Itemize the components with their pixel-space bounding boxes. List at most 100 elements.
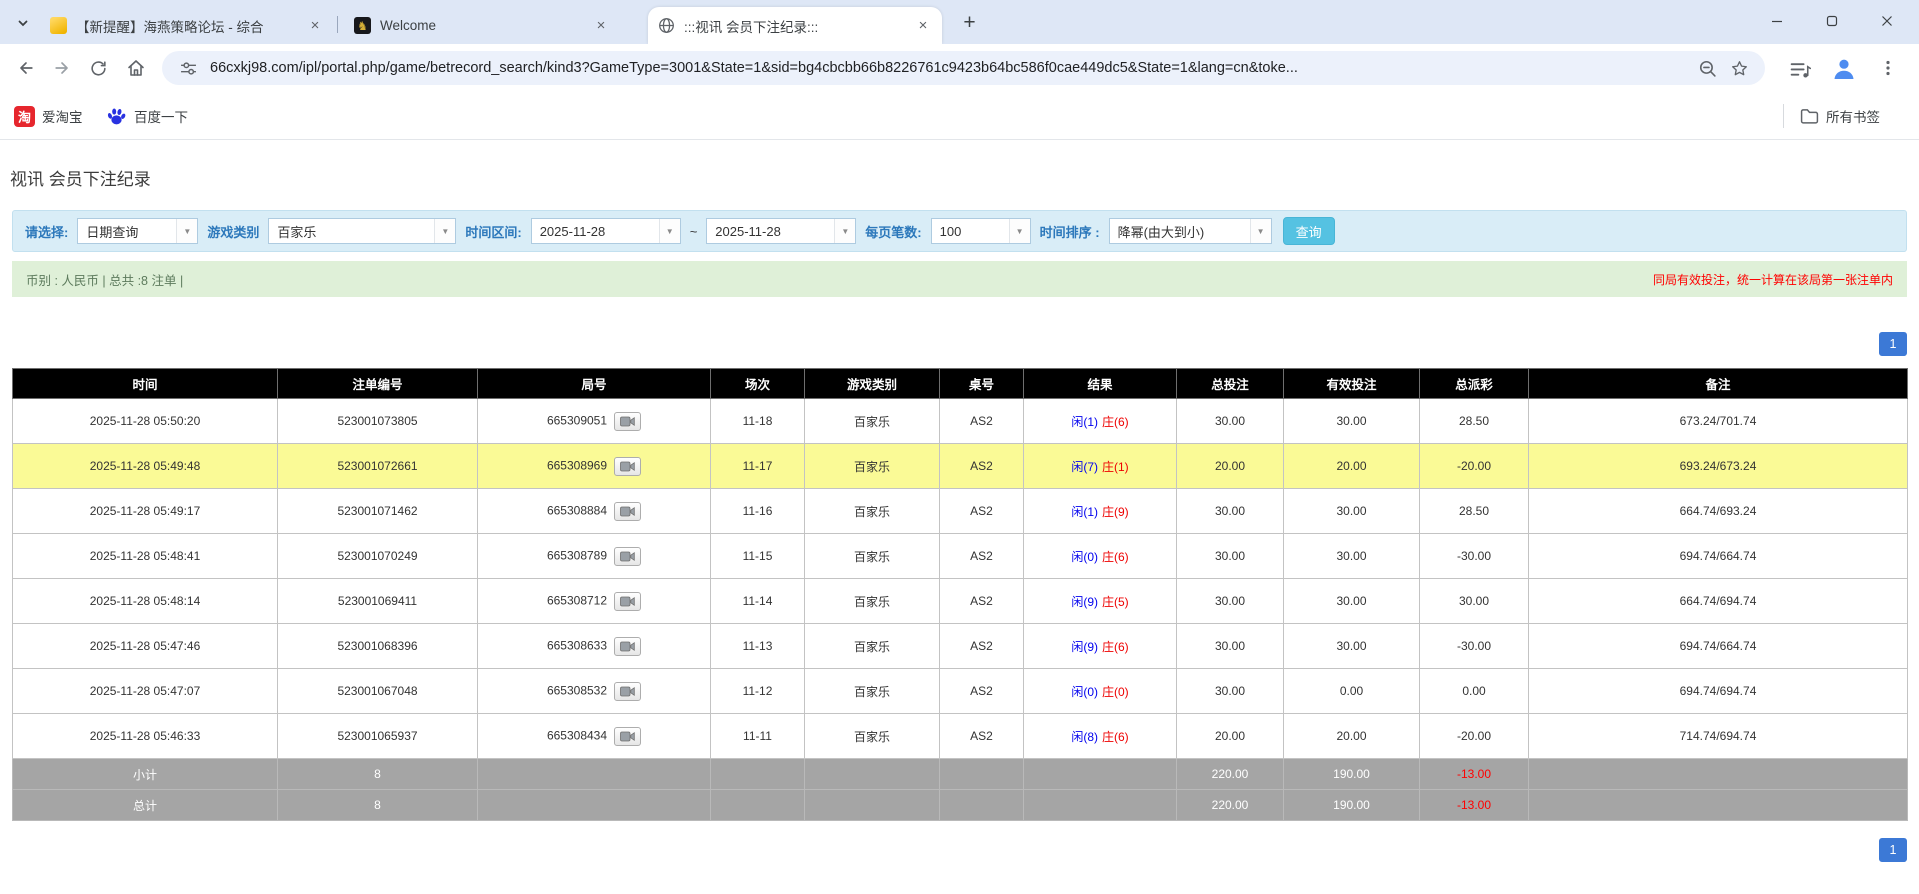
cell-valid-bet: 30.00 bbox=[1283, 398, 1420, 444]
address-bar[interactable]: 66cxkj98.com/ipl/portal.php/game/betreco… bbox=[162, 51, 1765, 85]
home-icon bbox=[128, 60, 144, 76]
tab-forum[interactable]: 【新提醒】海燕策略论坛 - 综合 × bbox=[40, 7, 334, 44]
bookmark-baidu[interactable]: 百度一下 bbox=[106, 104, 188, 128]
site-settings-icon[interactable] bbox=[176, 56, 200, 80]
result-banker: 庄(0) bbox=[1102, 684, 1129, 699]
cell-valid-bet: 30.00 bbox=[1283, 623, 1420, 669]
date-to-select[interactable]: 2025-11-28 ▼ bbox=[706, 218, 857, 244]
page-size-select[interactable]: 100 ▼ bbox=[930, 218, 1031, 244]
cell-payout: -30.00 bbox=[1419, 623, 1529, 669]
cell-total-bet[interactable]: 20.00 bbox=[1176, 443, 1284, 489]
forward-button[interactable] bbox=[48, 54, 76, 82]
chevron-down-icon[interactable]: ▼ bbox=[176, 219, 198, 243]
bookmark-aitaobao[interactable]: 淘 爱淘宝 bbox=[14, 104, 83, 128]
video-replay-button[interactable] bbox=[614, 546, 642, 566]
chevron-down-icon[interactable]: ▼ bbox=[658, 219, 680, 243]
tab-bet-records[interactable]: :::视讯 会员下注纪录::: × bbox=[648, 7, 942, 44]
query-button[interactable]: 查询 bbox=[1282, 217, 1335, 245]
taobao-icon: 淘 bbox=[14, 105, 35, 127]
currency-summary: 币别 : 人民币 | 总共 :8 注单 | bbox=[26, 273, 184, 288]
chevron-down-icon[interactable]: ▼ bbox=[434, 219, 456, 243]
cell-total-bet[interactable]: 30.00 bbox=[1176, 533, 1284, 579]
new-tab-button[interactable]: + bbox=[956, 9, 983, 36]
profile-avatar[interactable] bbox=[1830, 54, 1858, 82]
cell-total-bet[interactable]: 20.00 bbox=[1176, 713, 1284, 759]
cell-time: 2025-11-28 05:47:07 bbox=[12, 668, 278, 714]
video-camera-icon bbox=[620, 461, 635, 471]
bet-record-row: 2025-11-28 05:50:20 523001073805 665309051… bbox=[12, 398, 1908, 444]
date-tilde: ~ bbox=[689, 223, 698, 239]
chevron-down-icon[interactable]: ▼ bbox=[1008, 219, 1030, 243]
chevron-down-icon[interactable]: ▼ bbox=[834, 219, 856, 243]
time-sort-label: 时间排序 : bbox=[1039, 224, 1100, 240]
column-header: 场次 bbox=[710, 368, 805, 399]
cell-payout: -30.00 bbox=[1419, 533, 1529, 579]
cell-payout: 28.50 bbox=[1419, 398, 1529, 444]
chevron-down-icon[interactable]: ▼ bbox=[1249, 219, 1271, 243]
result-player: 闲(9) bbox=[1071, 594, 1098, 609]
cell-total-bet[interactable]: 30.00 bbox=[1176, 623, 1284, 669]
cell-result: 闲(7) 庄(1) bbox=[1023, 443, 1177, 489]
video-replay-button[interactable] bbox=[614, 681, 642, 701]
cell-total-bet[interactable]: 30.00 bbox=[1176, 488, 1284, 534]
summary-cell: 220.00 bbox=[1176, 758, 1284, 790]
video-replay-button[interactable] bbox=[614, 501, 642, 521]
cell-total-bet[interactable]: 30.00 bbox=[1176, 398, 1284, 444]
back-button[interactable] bbox=[12, 54, 40, 82]
close-tab-icon[interactable]: × bbox=[306, 17, 324, 35]
bet-records-table: 时间 注单编号 局号 场次 游戏类别 桌号 结果 总投注 有效投注 总派彩 备注 2025-11-2… bbox=[12, 368, 1908, 821]
tab-search-button[interactable] bbox=[10, 10, 36, 36]
home-button[interactable] bbox=[122, 54, 150, 82]
summary-bar: 币别 : 人民币 | 总共 :8 注单 | 同局有效投注，统一计算在该局第一张注… bbox=[12, 261, 1907, 297]
result-player: 闲(1) bbox=[1071, 504, 1098, 519]
cell-total-bet[interactable]: 30.00 bbox=[1176, 668, 1284, 714]
column-header: 结果 bbox=[1023, 368, 1177, 399]
cell-valid-bet: 20.00 bbox=[1283, 443, 1420, 489]
cell-time: 2025-11-28 05:50:20 bbox=[12, 398, 278, 444]
video-replay-button[interactable] bbox=[614, 591, 642, 611]
cell-table-no: AS2 bbox=[939, 668, 1024, 714]
round-id: 665308789 bbox=[546, 548, 608, 563]
bet-record-row: 2025-11-28 05:49:48 523001072661 665308969… bbox=[12, 443, 1908, 489]
bet-record-row: 2025-11-28 05:46:33 523001065937 665308434… bbox=[12, 713, 1908, 759]
query-type-select[interactable]: 日期查询 ▼ bbox=[77, 218, 199, 244]
game-type-select[interactable]: 百家乐 ▼ bbox=[268, 218, 457, 244]
pagination-page-1-top[interactable]: 1 bbox=[1879, 332, 1907, 356]
summary-cell bbox=[939, 758, 1024, 790]
video-camera-icon bbox=[620, 686, 635, 696]
cell-game-type: 百家乐 bbox=[804, 533, 940, 579]
maximize-button[interactable] bbox=[1808, 0, 1856, 42]
tab-welcome[interactable]: ♞ Welcome × bbox=[344, 7, 620, 44]
browser-menu-button[interactable] bbox=[1874, 54, 1902, 82]
bookmark-star-icon[interactable] bbox=[1727, 56, 1751, 80]
bet-record-row: 2025-11-28 05:48:14 523001069411 665308712… bbox=[12, 578, 1908, 624]
close-tab-icon[interactable]: × bbox=[592, 17, 610, 35]
minimize-button[interactable] bbox=[1753, 0, 1801, 42]
game-type-label: 游戏类别 bbox=[207, 224, 260, 240]
zoom-out-icon[interactable] bbox=[1695, 56, 1719, 80]
url-text[interactable]: 66cxkj98.com/ipl/portal.php/game/betreco… bbox=[210, 60, 1685, 76]
cell-bet-id: 523001065937 bbox=[277, 713, 478, 759]
pagination-page-1-bottom[interactable]: 1 bbox=[1879, 838, 1907, 862]
cell-round-id: 665308532 bbox=[477, 668, 711, 714]
globe-favicon-icon bbox=[658, 17, 675, 34]
time-sort-select[interactable]: 降幂(由大到小) ▼ bbox=[1108, 218, 1272, 244]
video-replay-button[interactable] bbox=[614, 456, 642, 476]
cell-total-bet[interactable]: 30.00 bbox=[1176, 578, 1284, 624]
video-replay-button[interactable] bbox=[614, 636, 642, 656]
date-from-select[interactable]: 2025-11-28 ▼ bbox=[530, 218, 681, 244]
reload-button[interactable] bbox=[84, 54, 112, 82]
close-tab-icon[interactable]: × bbox=[914, 17, 932, 35]
total-row: 总计 8 220.00 190.00 -13.00 bbox=[12, 789, 1908, 821]
summary-cell bbox=[477, 789, 711, 821]
bet-record-row: 2025-11-28 05:47:46 523001068396 665308633… bbox=[12, 623, 1908, 669]
cell-time: 2025-11-28 05:48:41 bbox=[12, 533, 278, 579]
all-bookmarks-button[interactable]: 所有书签 bbox=[1800, 104, 1880, 128]
cell-game-type: 百家乐 bbox=[804, 623, 940, 669]
video-replay-button[interactable] bbox=[614, 411, 642, 431]
close-window-button[interactable] bbox=[1863, 0, 1911, 42]
media-controls-button[interactable] bbox=[1786, 56, 1814, 84]
video-replay-button[interactable] bbox=[614, 726, 642, 746]
select-type-label: 请选择: bbox=[25, 224, 69, 240]
cell-bet-id: 523001072661 bbox=[277, 443, 478, 489]
